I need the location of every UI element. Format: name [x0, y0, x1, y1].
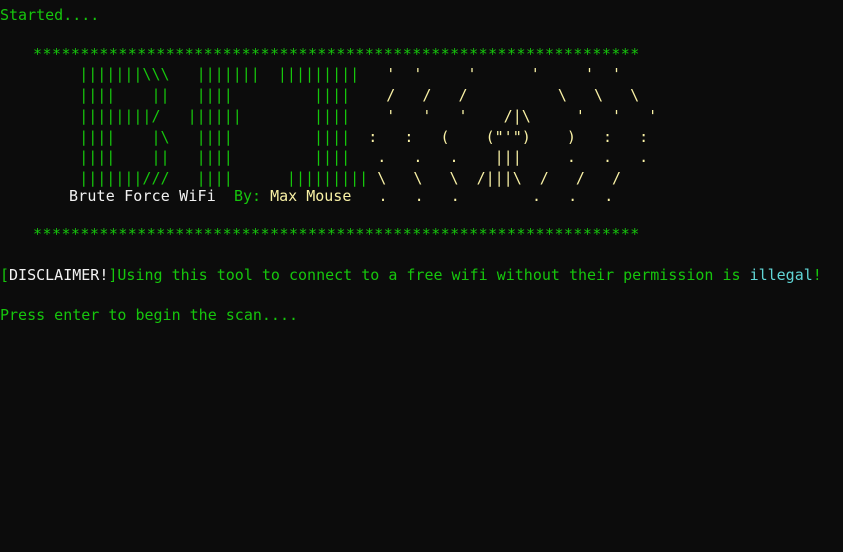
banner-logo-left: ||||||||/ |||||| |||| — [16, 107, 351, 125]
banner-dots: . . . . . . — [351, 187, 614, 205]
terminal-window[interactable]: Started.... ****************************… — [0, 0, 843, 552]
banner-line-5: |||| || |||| |||| . . . ||| . . . — [16, 147, 648, 168]
banner-stars-top: ****************************************… — [33, 45, 640, 63]
banner-logo-right: ' ' ' /|\ ' ' ' — [350, 107, 658, 125]
banner-logo-right: . . . ||| . . . — [350, 148, 649, 166]
credit-spacer-2 — [261, 187, 270, 205]
disclaimer-end: ! — [812, 266, 822, 284]
credit-spacer — [216, 187, 234, 205]
banner-stars-bottom: ****************************************… — [33, 225, 640, 243]
disclaimer-line: [DISCLAIMER!]Using this tool to connect … — [0, 265, 822, 285]
banner-logo-right: ' ' ' ' ' ' — [359, 65, 622, 83]
banner-line-4: |||| |\ |||| |||| : : ( ("'") ) : : — [16, 127, 648, 148]
author-name: Max Mouse — [270, 187, 352, 205]
banner-logo-right: / / / \ \ \ — [350, 86, 640, 104]
disclaimer-message: Using this tool to connect to a free wif… — [117, 266, 750, 284]
banner-logo-right: \ \ \ /|||\ / / / — [368, 169, 622, 187]
banner-logo-left: |||| |\ |||| |||| — [16, 128, 351, 146]
banner-logo-left: |||| || |||| |||| — [16, 86, 351, 104]
banner-line-1: |||||||\\\ ||||||| ||||||||| ' ' ' ' ' ' — [16, 64, 621, 85]
by-label: By: — [233, 187, 262, 205]
disclaimer-open-bracket: [ — [0, 266, 10, 284]
disclaimer-highlight: illegal — [749, 266, 813, 284]
disclaimer-tag: DISCLAIMER! — [9, 266, 109, 284]
started-text: Started.... — [0, 6, 100, 24]
scan-prompt: Press enter to begin the scan.... — [0, 306, 299, 324]
banner-logo-right: : : ( ("'") ) : : — [350, 128, 649, 146]
banner-line-3: ||||||||/ |||||| |||| ' ' ' /|\ ' ' ' — [16, 106, 657, 127]
banner-logo-left: |||||||\\\ ||||||| ||||||||| — [16, 65, 360, 83]
banner-logo-left: |||| || |||| |||| — [16, 148, 351, 166]
banner-credit-line: Brute Force WiFi By: Max Mouse . . . . .… — [69, 186, 613, 206]
banner-logo-left: |||||||/// |||| ||||||||| — [16, 169, 369, 187]
tool-title: Brute Force WiFi — [69, 187, 216, 205]
banner-line-2: |||| || |||| |||| / / / \ \ \ — [16, 85, 639, 106]
